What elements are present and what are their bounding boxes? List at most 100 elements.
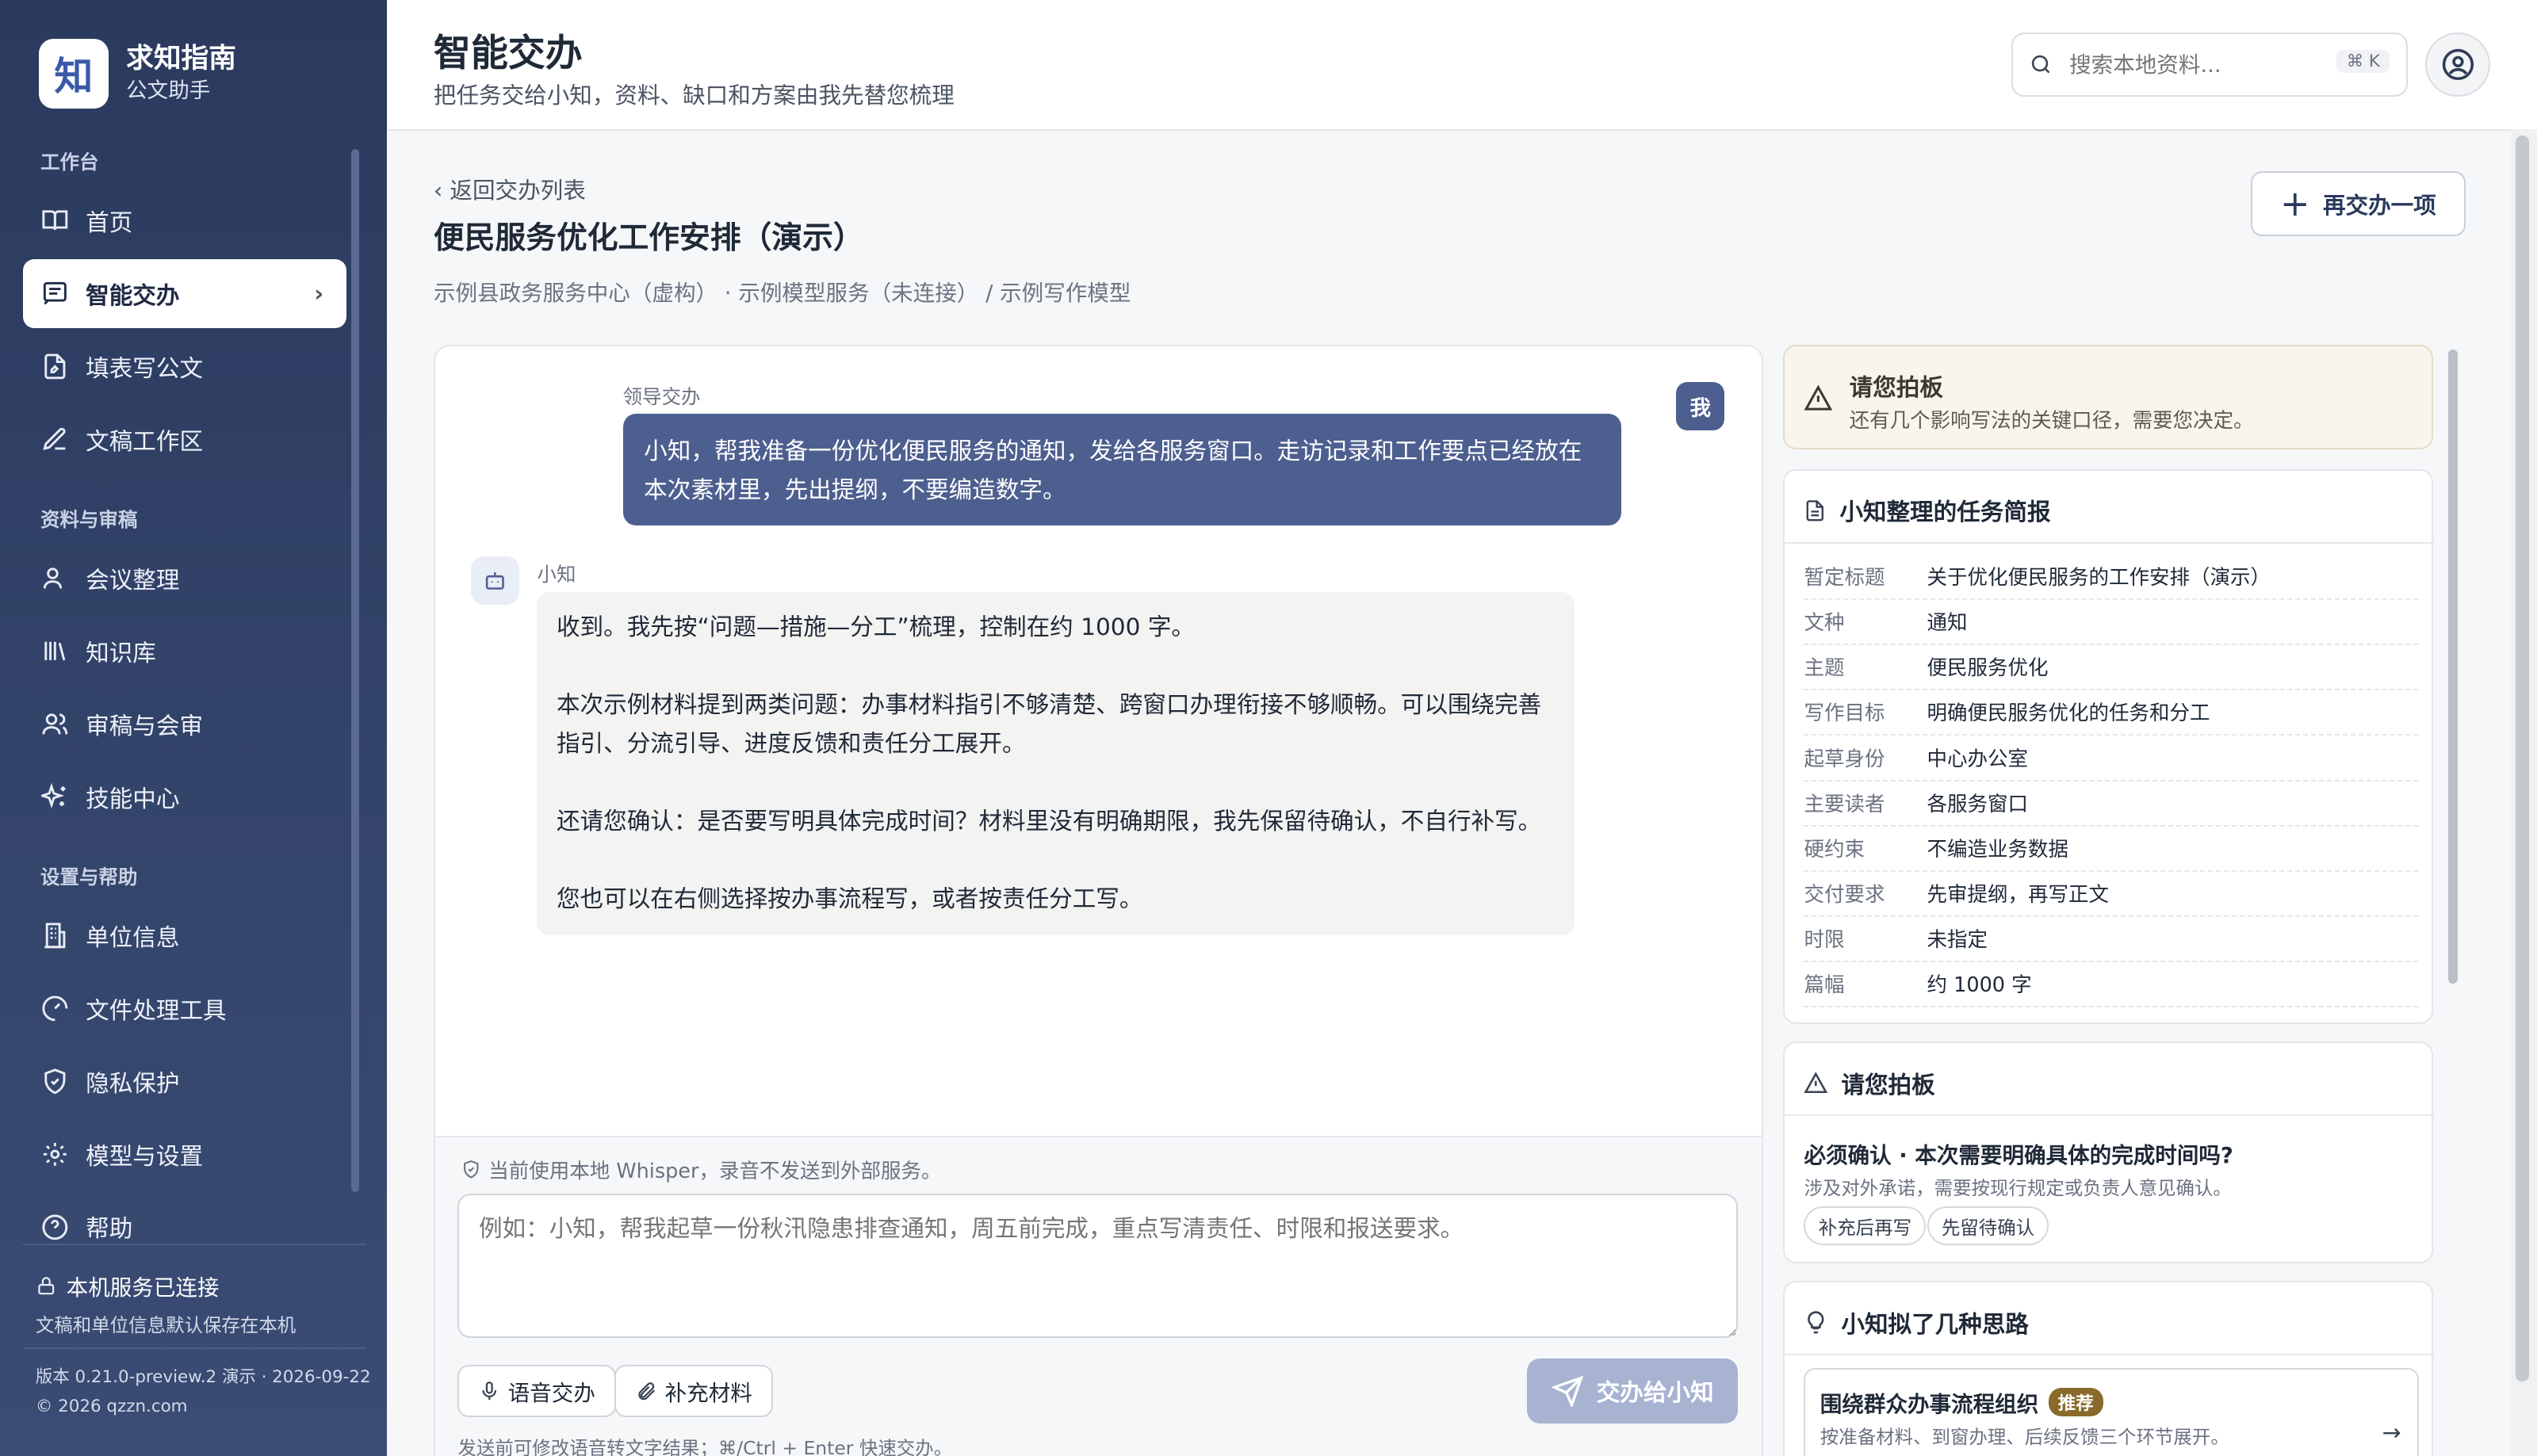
brief-row: 起草身份 中心办公室 xyxy=(1804,734,2419,782)
file-edit-icon xyxy=(40,352,70,381)
shortcut-tip: 发送前可修改语音转文字结果；⌘/Ctrl + Enter 快速交办。 xyxy=(457,1437,953,1456)
sender-label: 小知 xyxy=(537,563,576,587)
sidebar-item-label: 模型与设置 xyxy=(86,1142,204,1170)
sidebar: 知 求知指南 公文助手 工作台 首页 智能交办 › 填表写公文 文稿工作区 资料… xyxy=(0,0,387,1456)
warning-icon xyxy=(1804,384,1833,419)
sidebar-item-home[interactable]: 首页 xyxy=(23,186,346,256)
sidebar-scrollbar[interactable] xyxy=(350,148,360,1193)
sidebar-item-file-tools[interactable]: 文件处理工具 xyxy=(23,974,346,1044)
divider xyxy=(22,1347,366,1349)
version-info: 版本 0.21.0-preview.2 演示 · 2026-09-22 © 20… xyxy=(36,1363,371,1421)
building-icon xyxy=(40,921,70,950)
chat-panel: 领导交办 小知，帮我准备一份优化便民服务的通知，发给各服务窗口。走访记录和工作要… xyxy=(433,344,1764,1456)
pen-icon xyxy=(40,425,70,454)
sidebar-item-review[interactable]: 审稿与会审 xyxy=(23,689,346,759)
sidebar-item-smart-assign[interactable]: 智能交办 › xyxy=(22,258,346,329)
sidebar-item-label: 隐私保护 xyxy=(86,1069,180,1097)
card-title: 小知拟了几种思路 xyxy=(1804,1305,2029,1339)
alert-subtitle: 还有几个影响写法的关键口径，需要您决定。 xyxy=(1849,409,2254,434)
user-menu-button[interactable] xyxy=(2425,32,2490,97)
nav-section-settings: 设置与帮助 xyxy=(40,865,138,889)
sidebar-item-knowledge[interactable]: 知识库 xyxy=(23,617,346,686)
card-title: 小知整理的任务简报 xyxy=(1804,493,2051,527)
nav-section-review: 资料与审稿 xyxy=(40,507,138,531)
brand-name: 求知指南 xyxy=(126,43,236,75)
attach-material-button[interactable]: 补充材料 xyxy=(614,1365,774,1417)
sidebar-item-org-info[interactable]: 单位信息 xyxy=(23,901,346,971)
search-box[interactable]: ⌘ K xyxy=(2011,32,2408,97)
search-input[interactable] xyxy=(2066,50,2332,79)
sidebar-item-label: 填表写公文 xyxy=(86,354,204,382)
top-header: 智能交办 把任务交给小知，资料、缺口和方案由我先替您梳理 ⌘ K xyxy=(386,0,2537,132)
sidebar-nav: 工作台 首页 智能交办 › 填表写公文 文稿工作区 资料与审稿 会议整理 知识库… xyxy=(0,136,387,1242)
connection-note: 文稿和单位信息默认保存在本机 xyxy=(35,1314,297,1337)
task-brief-card: 小知整理的任务简报 暂定标题 关于优化便民服务的工作安排（演示） 文种 通知 主题便… xyxy=(1782,468,2436,1024)
sidebar-item-label: 知识库 xyxy=(86,639,156,667)
assign-again-button[interactable]: + 再交办一项 xyxy=(2250,171,2466,236)
copyright-text: © 2026 qzzn.com xyxy=(35,1397,188,1417)
right-panel-scrollbar[interactable] xyxy=(2447,349,2458,984)
version-text: 版本 0.21.0-preview.2 演示 · 2026-09-22 xyxy=(35,1367,371,1388)
decision-card: 请您拍板 必须确认 · 本次需要明确具体的完成时间吗? 涉及对外承诺，需要按现行… xyxy=(1782,1041,2436,1263)
brief-row: 交付要求 先审提纲，再写正文 xyxy=(1804,870,2419,918)
divider xyxy=(1784,541,2436,544)
task-meta: 示例县政务服务中心（虚构） · 示例模型服务（未连接） / 示例写作模型 xyxy=(433,280,1131,306)
sidebar-item-label: 首页 xyxy=(86,209,133,237)
brand[interactable]: 知 求知指南 公文助手 xyxy=(38,38,236,109)
brief-row: 篇幅约 1000 字 xyxy=(1804,961,2419,1008)
user-icon xyxy=(40,564,70,593)
search-icon xyxy=(2029,52,2053,77)
back-link[interactable]: ‹ 返回交办列表 xyxy=(434,173,586,205)
nav-section-workbench: 工作台 xyxy=(40,150,99,174)
warning-icon xyxy=(1804,1071,1828,1095)
approach-title: 围绕群众办事流程组织 推荐 xyxy=(1820,1386,2103,1418)
gear-icon xyxy=(40,1140,70,1169)
users-icon xyxy=(40,709,70,739)
voice-assign-button[interactable]: 语音交办 xyxy=(457,1365,617,1417)
decision-note: 涉及对外承诺，需要按现行规定或负责人意见确认。 xyxy=(1804,1176,2232,1199)
option-chip[interactable]: 先留待确认 xyxy=(1927,1206,2049,1246)
option-chip[interactable]: 补充后再写 xyxy=(1804,1206,1927,1246)
task-input[interactable] xyxy=(457,1194,1738,1338)
approach-desc: 按准备材料、到窗办理、后续反馈三个环节展开。 xyxy=(1820,1425,2229,1448)
alert-title: 请您拍板 xyxy=(1849,374,1943,402)
composer: 当前使用本地 Whisper，录音不发送到外部服务。 语音交办 补充材料 交办给… xyxy=(434,1135,1762,1456)
document-icon xyxy=(1804,499,1827,522)
decision-alert[interactable]: 请您拍板 还有几个影响写法的关键口径，需要您决定。 xyxy=(1782,344,2434,450)
page-title: 智能交办 xyxy=(433,31,583,75)
assistant-message: 收到。我先按“问题—措施—分工”梳理，控制在约 1000 字。 本次示例材料提到… xyxy=(537,591,1575,935)
divider xyxy=(1784,1114,2436,1117)
sidebar-item-fill-form[interactable]: 填表写公文 xyxy=(23,331,346,401)
sidebar-item-label: 技能中心 xyxy=(86,785,180,812)
sidebar-item-label: 会议整理 xyxy=(86,567,180,594)
brief-row: 时限 未指定 xyxy=(1804,915,2419,963)
sidebar-item-skills[interactable]: 技能中心 xyxy=(23,762,346,831)
user-circle-icon xyxy=(2441,48,2475,82)
divider xyxy=(22,1244,366,1246)
message-paragraph: 您也可以在右侧选择按办事流程写，或者按责任分工写。 xyxy=(556,885,1143,913)
sidebar-item-model-settings[interactable]: 模型与设置 xyxy=(23,1119,346,1189)
user-message: 小知，帮我准备一份优化便民服务的通知，发给各服务窗口。走访记录和工作要点已经放在… xyxy=(622,414,1621,526)
sidebar-item-label: 审稿与会审 xyxy=(86,712,204,739)
sidebar-item-privacy[interactable]: 隐私保护 xyxy=(23,1046,346,1116)
connection-status: 本机服务已连接 xyxy=(36,1270,219,1301)
page-subtitle: 把任务交给小知，资料、缺口和方案由我先替您梳理 xyxy=(433,81,955,109)
message-paragraph: 收到。我先按“问题—措施—分工”梳理，控制在约 1000 字。 xyxy=(556,613,1195,641)
whisper-notice: 当前使用本地 Whisper，录音不发送到外部服务。 xyxy=(461,1155,941,1184)
page-scrollbar[interactable] xyxy=(2516,136,2529,1381)
approach-card: 小知拟了几种思路 围绕群众办事流程组织 推荐 按准备材料、到窗办理、后续反馈三个… xyxy=(1782,1281,2436,1456)
sidebar-item-label: 文稿工作区 xyxy=(86,427,204,455)
gauge-icon xyxy=(40,994,70,1023)
avatar: 我 xyxy=(1676,381,1725,430)
sidebar-item-help[interactable]: 帮助 xyxy=(23,1192,346,1242)
sidebar-item-drafts[interactable]: 文稿工作区 xyxy=(23,404,346,474)
brief-row: 写作目标 明确便民服务优化的任务和分工 xyxy=(1804,689,2419,736)
book-icon xyxy=(40,206,70,235)
sidebar-item-label: 文件处理工具 xyxy=(86,996,227,1024)
approach-option[interactable]: 围绕群众办事流程组织 推荐 按准备材料、到窗办理、后续反馈三个环节展开。 → xyxy=(1804,1368,2419,1456)
send-button[interactable]: 交办给小知 xyxy=(1527,1359,1738,1424)
brief-row: 硬约束 不编造业务数据 xyxy=(1804,825,2419,872)
decision-question: 必须确认 · 本次需要明确具体的完成时间吗? xyxy=(1804,1142,2233,1168)
sidebar-item-meeting[interactable]: 会议整理 xyxy=(23,544,346,613)
logo: 知 xyxy=(38,38,109,109)
